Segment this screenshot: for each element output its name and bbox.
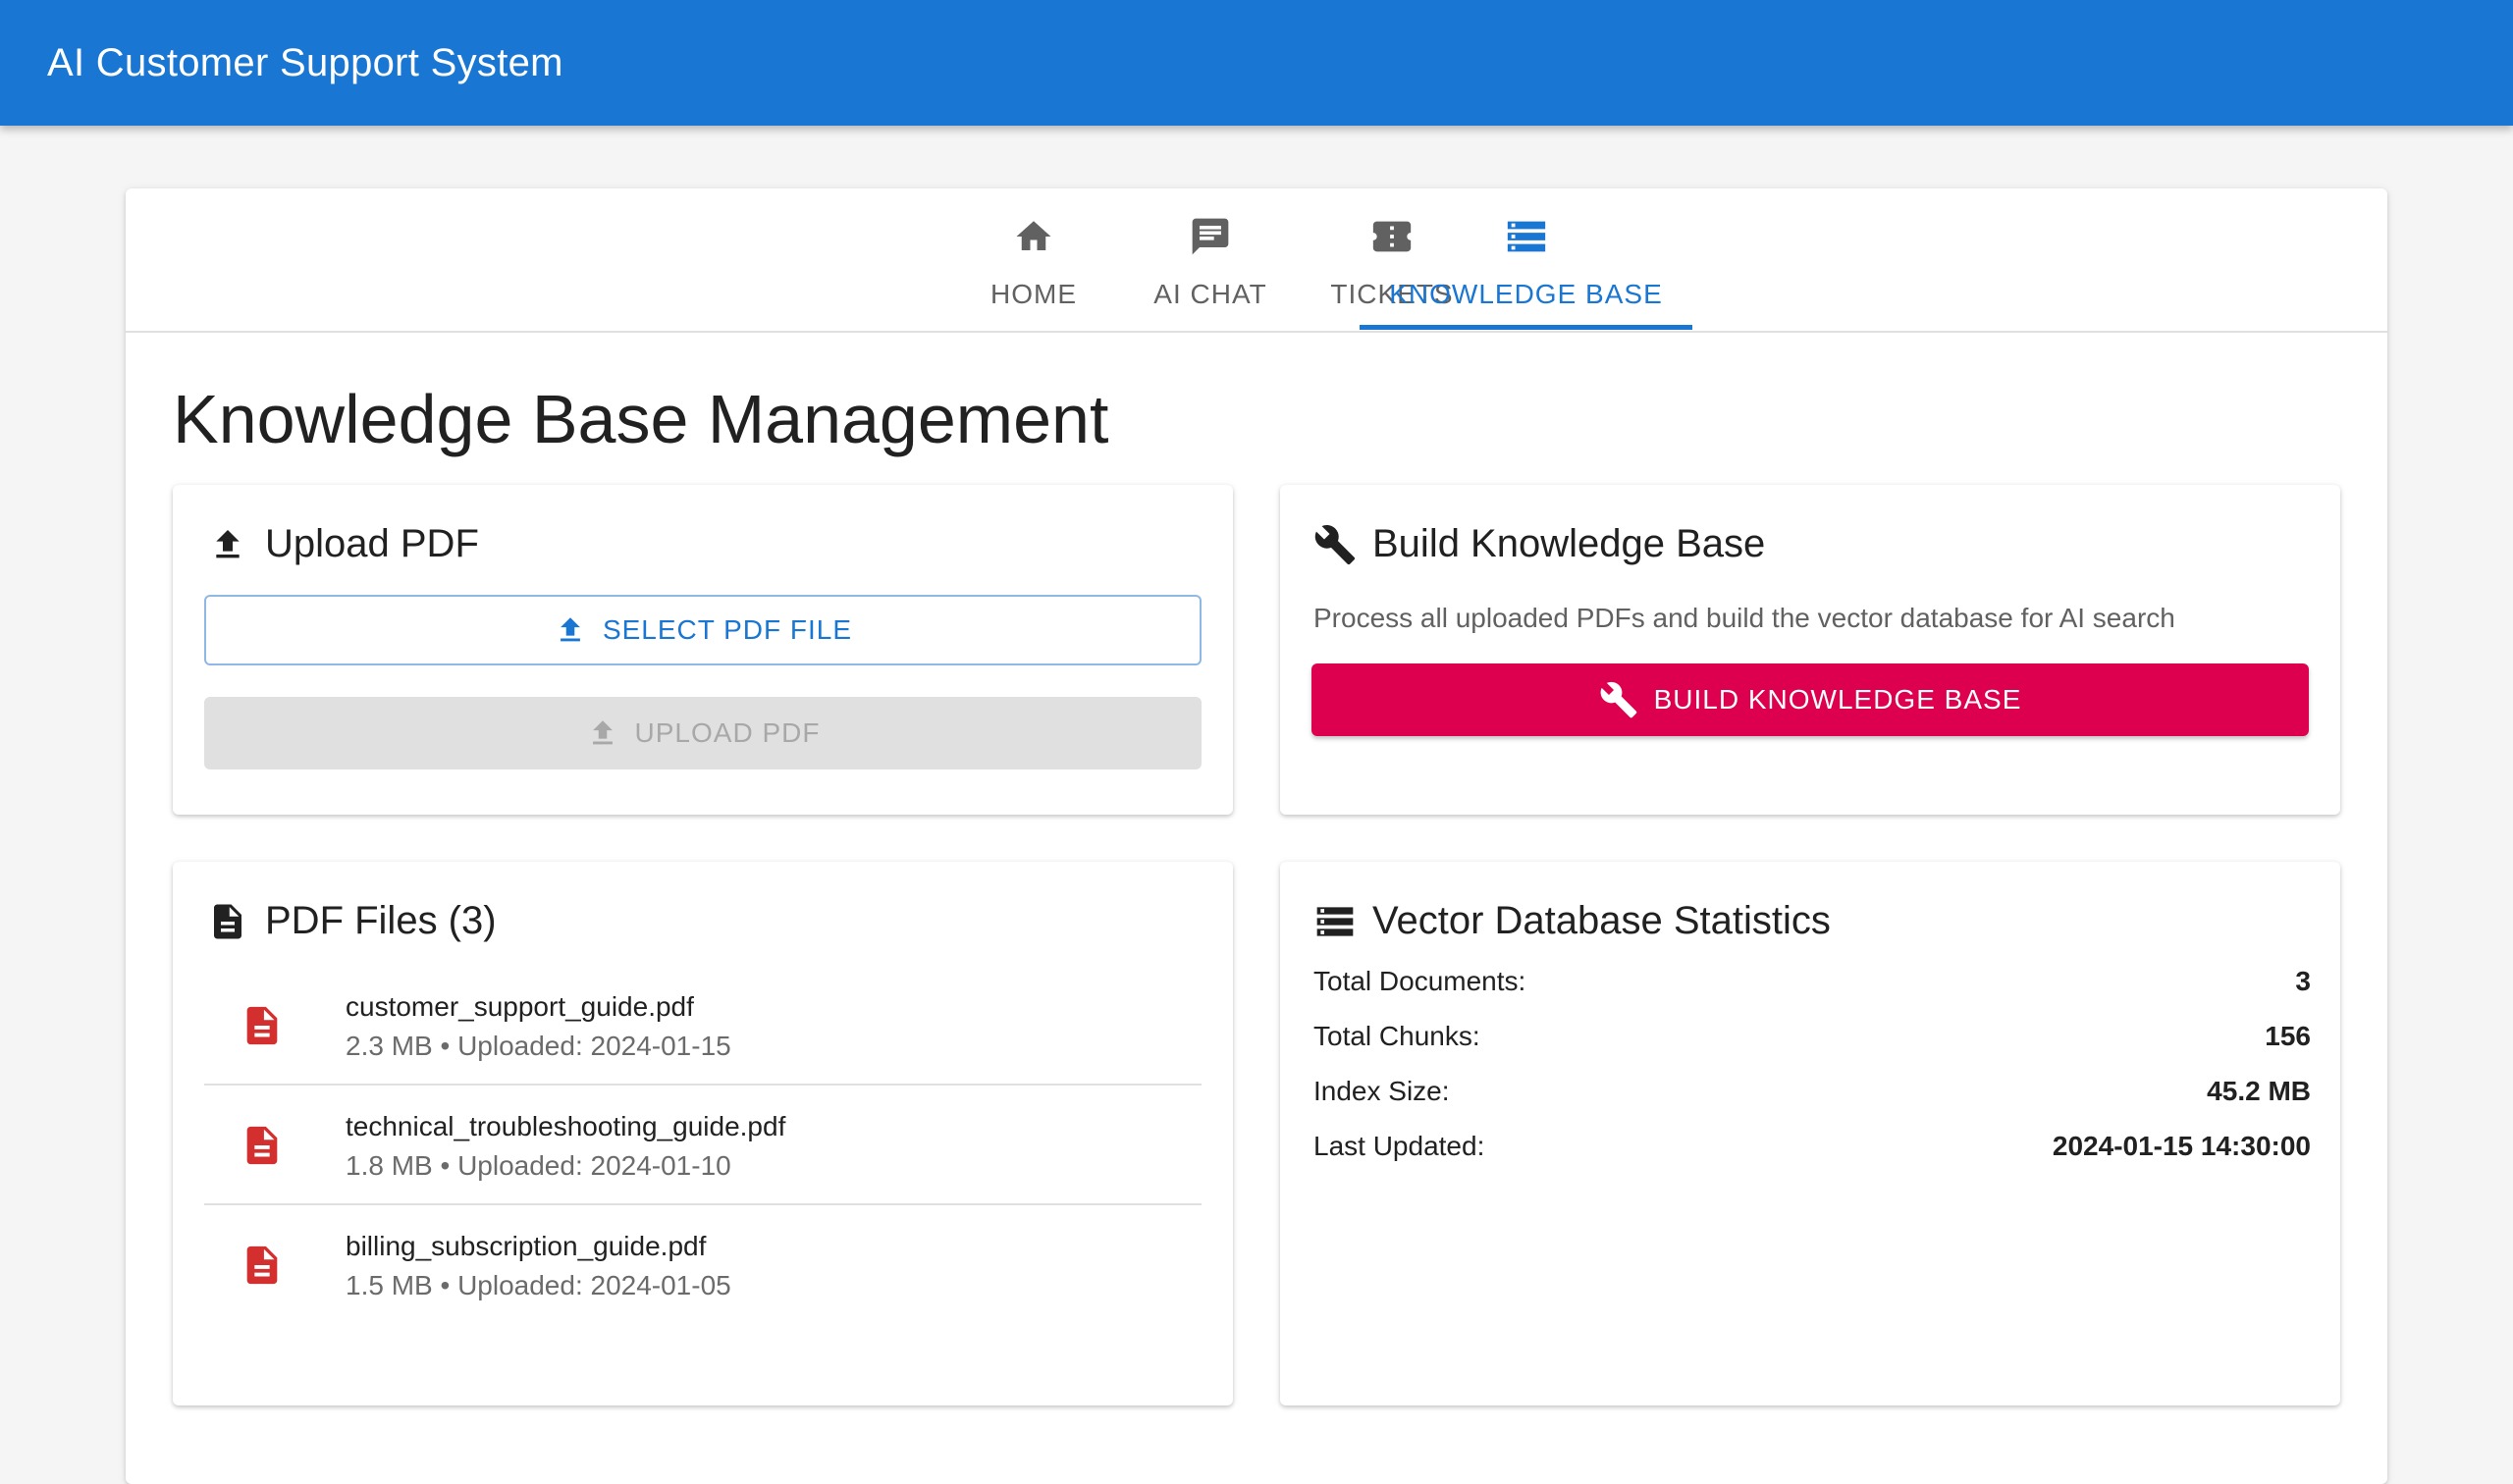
upload-icon xyxy=(586,716,619,750)
file-meta: 1.8 MB • Uploaded: 2024-01-10 xyxy=(346,1150,731,1181)
upload-pdf-label: UPLOAD PDF xyxy=(634,717,821,748)
build-knowledge-base-card: Build Knowledge Base Process all uploade… xyxy=(1280,485,2340,815)
upload-pdf-card: Upload PDF SELECT PDF FILE UPLOAD PDF xyxy=(173,485,1233,815)
pdf-file-icon xyxy=(240,1123,285,1173)
page-title: Knowledge Base Management xyxy=(173,381,1109,457)
list-item[interactable]: customer_support_guide.pdf 2.3 MB • Uplo… xyxy=(204,966,1202,1086)
stat-row-last-updated: Last Updated: 2024-01-15 14:30:00 xyxy=(1313,1131,2311,1170)
wrench-icon xyxy=(1313,523,1357,566)
file-name: customer_support_guide.pdf xyxy=(346,991,694,1022)
tab-knowledge-base[interactable]: KNOWLEDGE BASE xyxy=(1360,188,1692,331)
upload-icon xyxy=(206,523,249,566)
stat-value: 156 xyxy=(2265,1021,2311,1051)
file-name: billing_subscription_guide.pdf xyxy=(346,1231,707,1261)
file-meta: 1.5 MB • Uploaded: 2024-01-05 xyxy=(346,1270,731,1300)
stats-card-title: Vector Database Statistics xyxy=(1372,899,1831,942)
stat-label: Index Size: xyxy=(1313,1076,1450,1106)
stat-label: Total Chunks: xyxy=(1313,1021,1480,1051)
tab-label: HOME xyxy=(990,279,1077,309)
list-item[interactable]: billing_subscription_guide.pdf 1.5 MB • … xyxy=(204,1205,1202,1325)
stats-card-header: Vector Database Statistics xyxy=(1313,899,1831,943)
chat-icon xyxy=(1189,214,1232,259)
tab-label: KNOWLEDGE BASE xyxy=(1389,279,1663,309)
stat-label: Last Updated: xyxy=(1313,1131,1485,1161)
app-bar: AI Customer Support System xyxy=(0,0,2513,126)
stat-value: 3 xyxy=(2295,966,2311,996)
build-card-title: Build Knowledge Base xyxy=(1372,522,1766,565)
files-card-title: PDF Files (3) xyxy=(265,899,497,942)
storage-icon xyxy=(1313,900,1357,943)
list-item[interactable]: technical_troubleshooting_guide.pdf 1.8 … xyxy=(204,1086,1202,1205)
pdf-files-card: PDF Files (3) customer_support_guide.pdf… xyxy=(173,862,1233,1405)
main-panel: HOME AI CHAT TICKETS KNOWLEDGE BASE Know… xyxy=(126,188,2387,1484)
app-title: AI Customer Support System xyxy=(47,40,563,84)
build-knowledge-base-button[interactable]: BUILD KNOWLEDGE BASE xyxy=(1311,663,2309,736)
stat-value: 45.2 MB xyxy=(2207,1076,2311,1106)
upload-icon xyxy=(554,613,587,647)
stat-row-index-size: Index Size: 45.2 MB xyxy=(1313,1076,2311,1115)
document-icon xyxy=(206,900,249,943)
files-card-header: PDF Files (3) xyxy=(206,899,497,943)
build-knowledge-base-label: BUILD KNOWLEDGE BASE xyxy=(1653,684,2022,715)
tab-bar: HOME AI CHAT TICKETS KNOWLEDGE BASE xyxy=(126,188,2387,333)
select-pdf-file-button[interactable]: SELECT PDF FILE xyxy=(204,595,1202,665)
vector-db-stats-card: Vector Database Statistics Total Documen… xyxy=(1280,862,2340,1405)
storage-icon xyxy=(1504,214,1549,259)
stat-value: 2024-01-15 14:30:00 xyxy=(2052,1131,2311,1161)
pdf-file-icon xyxy=(240,1243,285,1293)
tab-label: AI CHAT xyxy=(1153,279,1267,309)
file-name: technical_troubleshooting_guide.pdf xyxy=(346,1111,786,1141)
active-tab-indicator xyxy=(1360,325,1692,330)
upload-card-header: Upload PDF xyxy=(206,522,479,566)
tab-ai-chat[interactable]: AI CHAT xyxy=(1127,188,1294,331)
file-meta: 2.3 MB • Uploaded: 2024-01-15 xyxy=(346,1031,731,1061)
wrench-icon xyxy=(1599,680,1638,719)
tab-home[interactable]: HOME xyxy=(962,188,1105,331)
pdf-file-icon xyxy=(240,1003,285,1053)
upload-card-title: Upload PDF xyxy=(265,522,479,565)
build-card-header: Build Knowledge Base xyxy=(1313,522,1765,566)
select-pdf-file-label: SELECT PDF FILE xyxy=(602,614,853,645)
upload-pdf-button[interactable]: UPLOAD PDF xyxy=(204,697,1202,769)
stat-label: Total Documents: xyxy=(1313,966,1526,996)
stat-row-total-chunks: Total Chunks: 156 xyxy=(1313,1021,2311,1060)
build-description: Process all uploaded PDFs and build the … xyxy=(1313,603,2175,633)
home-icon xyxy=(1013,214,1054,259)
stat-row-total-documents: Total Documents: 3 xyxy=(1313,966,2311,1005)
